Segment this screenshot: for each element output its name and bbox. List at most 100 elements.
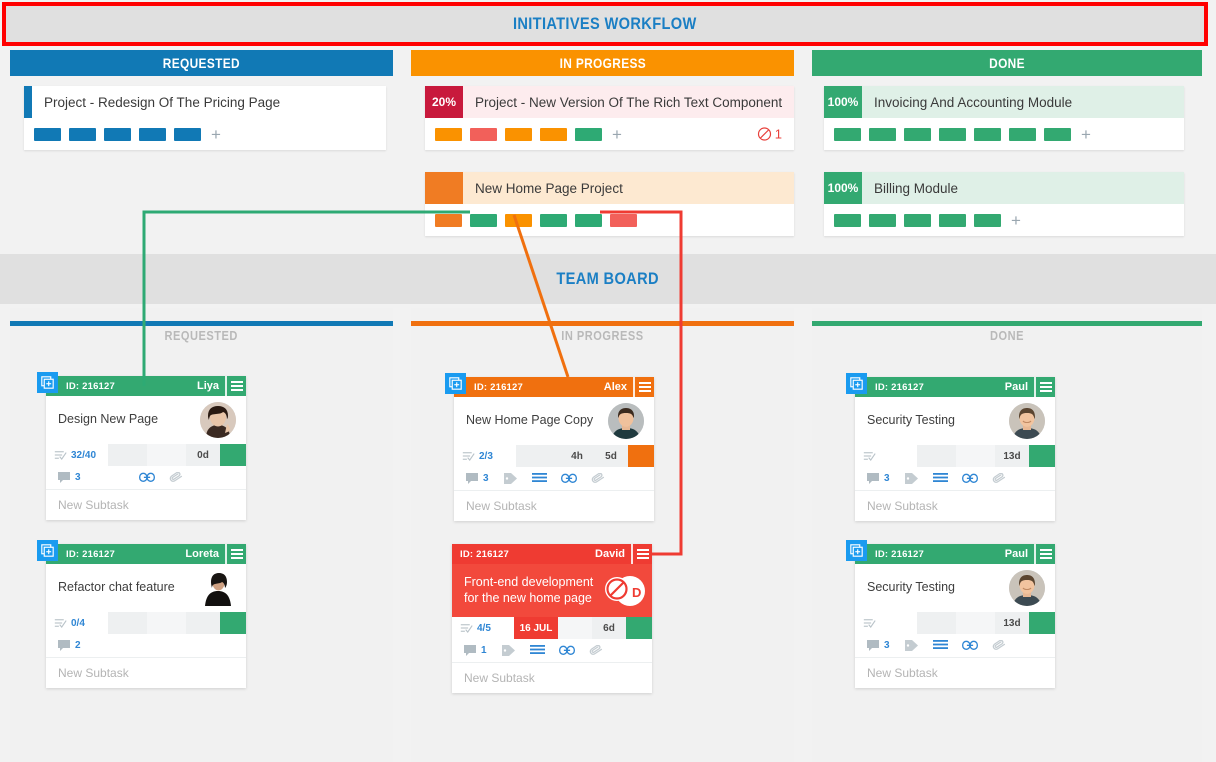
- link-icon: [961, 473, 978, 483]
- tag-icon-group[interactable]: [503, 472, 518, 485]
- link-icon-group[interactable]: [961, 640, 978, 651]
- initiative-chip[interactable]: [834, 127, 861, 141]
- subtask-progress[interactable]: 4/5: [452, 617, 514, 640]
- tag-icon-group[interactable]: [904, 472, 919, 485]
- task-card[interactable]: ID: 216127 David Front-end development f…: [452, 544, 652, 694]
- add-chip-icon[interactable]: +: [1081, 126, 1091, 143]
- new-subtask-row[interactable]: New Subtask: [46, 658, 246, 688]
- initiative-chip[interactable]: [470, 213, 497, 227]
- initiative-progress-badge: 100%: [824, 172, 862, 204]
- attachment-icon-group[interactable]: [169, 472, 185, 483]
- task-icon-row: 3: [454, 467, 654, 491]
- initiative-chip[interactable]: [470, 127, 497, 141]
- initiative-chip[interactable]: [869, 213, 896, 227]
- subtask-progress[interactable]: [855, 445, 917, 467]
- add-chip-icon[interactable]: +: [211, 126, 221, 143]
- initiative-chip[interactable]: [834, 213, 861, 227]
- task-menu-button[interactable]: [1034, 377, 1055, 397]
- tag-icon-group[interactable]: [904, 639, 919, 652]
- initiative-chip[interactable]: [575, 213, 602, 227]
- task-menu-button[interactable]: [225, 544, 246, 564]
- attachment-icon-group[interactable]: [591, 473, 607, 484]
- new-subtask-row[interactable]: New Subtask: [454, 491, 654, 521]
- lines-icon-group[interactable]: [932, 640, 948, 651]
- new-subtask-row[interactable]: New Subtask: [855, 658, 1055, 688]
- add-chip-icon[interactable]: +: [612, 126, 622, 143]
- initiative-chip[interactable]: [939, 127, 966, 141]
- add-chip-icon[interactable]: +: [1011, 212, 1021, 229]
- comment-icon-group[interactable]: 2: [58, 640, 81, 651]
- avatar: [1009, 570, 1045, 606]
- link-icon-group[interactable]: [138, 472, 155, 483]
- task-card[interactable]: ID: 216127 Paul Security Testing 13d 3 N…: [846, 540, 1055, 688]
- comment-icon-group[interactable]: 3: [867, 640, 890, 651]
- initiative-chip[interactable]: [69, 127, 96, 141]
- attachment-icon-group[interactable]: [589, 645, 605, 656]
- lines-icon-group[interactable]: [531, 473, 547, 484]
- add-subtask-button[interactable]: [37, 540, 58, 561]
- new-subtask-row[interactable]: New Subtask: [452, 663, 652, 694]
- task-card[interactable]: ID: 216127 Alex New Home Page Copy 2/3 4…: [445, 373, 654, 521]
- initiative-chip[interactable]: [610, 213, 637, 227]
- initiative-chip[interactable]: [974, 213, 1001, 227]
- initiative-card[interactable]: 100% Billing Module +: [824, 172, 1184, 236]
- new-subtask-row[interactable]: New Subtask: [46, 490, 246, 520]
- tag-icon-group[interactable]: [501, 644, 516, 657]
- add-subtask-button[interactable]: [846, 373, 867, 394]
- subtask-progress[interactable]: [855, 612, 917, 634]
- initiative-chip[interactable]: [939, 213, 966, 227]
- initiative-chip[interactable]: [974, 127, 1001, 141]
- task-menu-button[interactable]: [633, 377, 654, 397]
- initiative-chip[interactable]: [505, 127, 532, 141]
- initiative-chip[interactable]: [174, 127, 201, 141]
- new-subtask-row[interactable]: New Subtask: [855, 491, 1055, 521]
- initiatives-header-done[interactable]: DONE: [812, 50, 1202, 76]
- initiative-chip[interactable]: [575, 127, 602, 141]
- initiative-chip[interactable]: [104, 127, 131, 141]
- subtask-progress[interactable]: 32/40: [46, 444, 108, 466]
- initiative-chip[interactable]: [540, 127, 567, 141]
- link-icon-group[interactable]: [560, 473, 577, 484]
- initiative-card[interactable]: 20% Project - New Version Of The Rich Te…: [425, 86, 794, 150]
- initiatives-header-requested[interactable]: REQUESTED: [10, 50, 393, 76]
- lines-icon-group[interactable]: [529, 645, 545, 656]
- initiative-chip[interactable]: [505, 213, 532, 227]
- add-subtask-button[interactable]: [445, 373, 466, 394]
- comment-icon-group[interactable]: 3: [58, 472, 81, 483]
- initiative-chip[interactable]: [869, 127, 896, 141]
- initiative-chip[interactable]: [139, 127, 166, 141]
- initiative-chip[interactable]: [540, 213, 567, 227]
- initiative-chip[interactable]: [435, 127, 462, 141]
- attachment-icon-group[interactable]: [992, 640, 1008, 651]
- initiative-chip[interactable]: [904, 127, 931, 141]
- subtask-progress[interactable]: 0/4: [46, 612, 108, 634]
- initiative-chip[interactable]: [904, 213, 931, 227]
- attachment-icon-group[interactable]: [992, 473, 1008, 484]
- task-status-swatch: [1029, 612, 1055, 634]
- initiative-card[interactable]: Project - Redesign Of The Pricing Page +: [24, 86, 386, 150]
- comment-icon-group[interactable]: 3: [466, 473, 489, 484]
- task-card[interactable]: ID: 216127 Loreta Refactor chat feature: [37, 540, 246, 688]
- initiative-title: Project - Redesign Of The Pricing Page: [32, 86, 386, 118]
- comment-icon-group[interactable]: 1: [464, 645, 487, 657]
- initiative-chip[interactable]: [34, 127, 61, 141]
- subtask-progress[interactable]: 2/3: [454, 445, 516, 467]
- link-icon-group[interactable]: [558, 645, 575, 656]
- initiative-chip[interactable]: [1044, 127, 1071, 141]
- initiative-chip[interactable]: [1009, 127, 1036, 141]
- add-subtask-button[interactable]: [846, 540, 867, 561]
- task-menu-button[interactable]: [225, 376, 246, 396]
- task-menu-button[interactable]: [631, 544, 652, 564]
- initiative-card[interactable]: New Home Page Project: [425, 172, 794, 236]
- initiatives-header-in-progress[interactable]: IN PROGRESS: [411, 50, 794, 76]
- link-icon-group[interactable]: [961, 473, 978, 484]
- task-card[interactable]: ID: 216127 Paul Security Testing 13d 3 N…: [846, 373, 1055, 521]
- add-card-icon: [850, 544, 863, 557]
- initiative-chip[interactable]: [435, 213, 462, 227]
- add-subtask-button[interactable]: [37, 372, 58, 393]
- comment-icon-group[interactable]: 3: [867, 473, 890, 484]
- task-card[interactable]: ID: 216127 Liya Design New Page 32/40 0d…: [37, 372, 246, 520]
- initiative-card[interactable]: 100% Invoicing And Accounting Module +: [824, 86, 1184, 150]
- lines-icon-group[interactable]: [932, 473, 948, 484]
- task-menu-button[interactable]: [1034, 544, 1055, 564]
